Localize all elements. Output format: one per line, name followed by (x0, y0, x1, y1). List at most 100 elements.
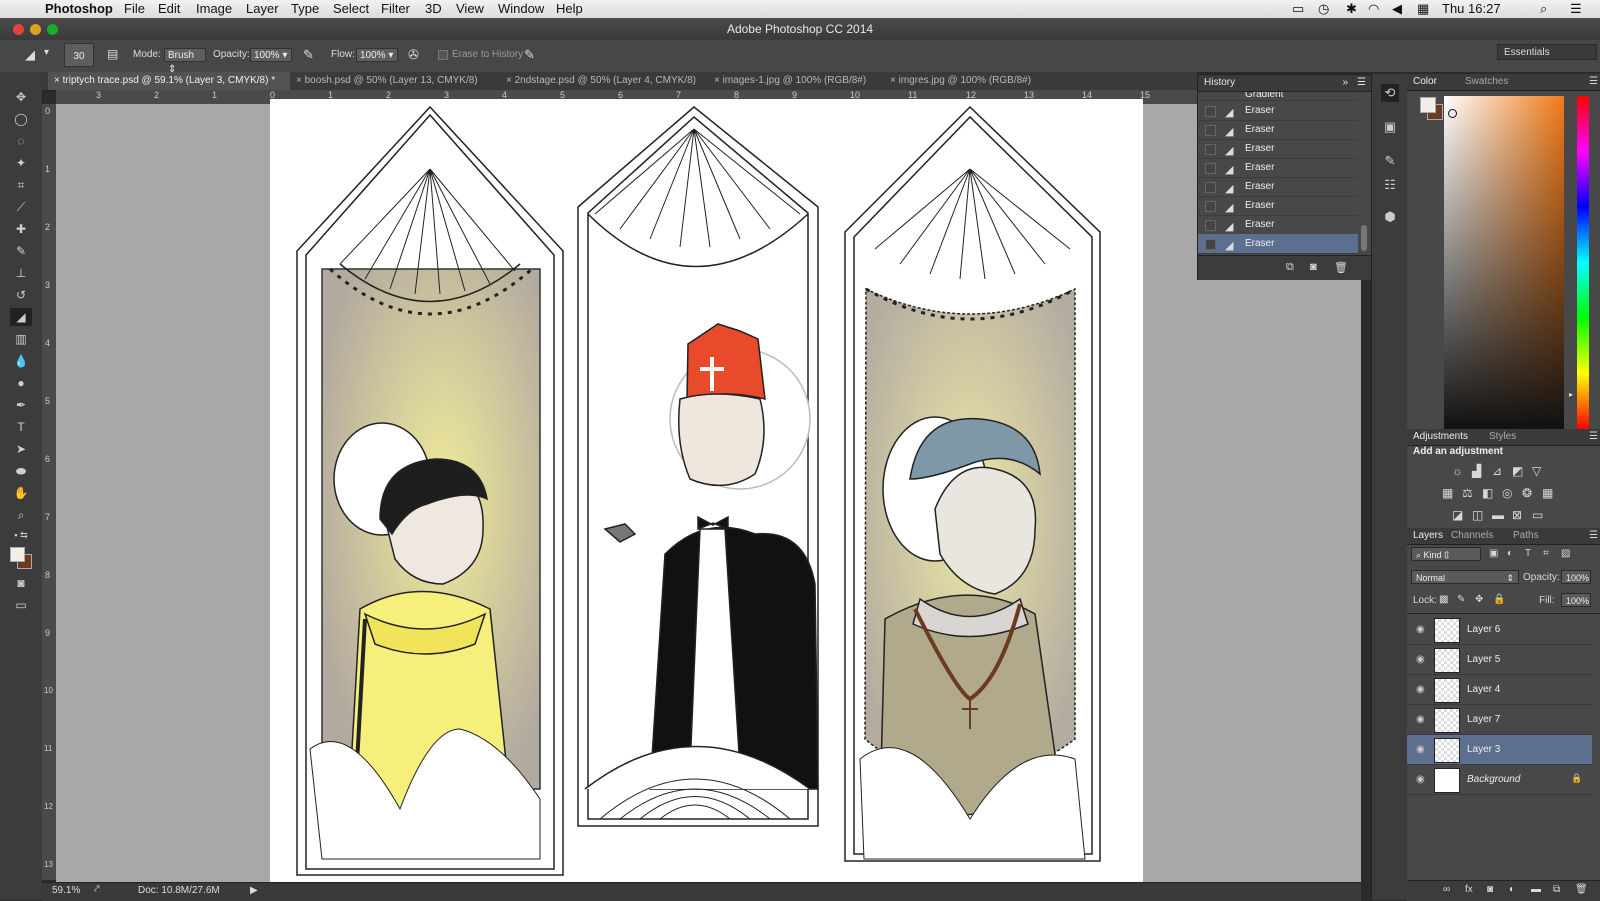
curves-icon[interactable]: ⊿ (1492, 464, 1502, 478)
gradient-map-icon[interactable]: ▭ (1532, 508, 1543, 522)
magic-wand-icon[interactable]: ✦ (10, 154, 32, 172)
eraser-tool-icon[interactable]: ◢ (10, 308, 32, 326)
eye-icon[interactable]: ◉ (1416, 774, 1425, 785)
filter-adjustment-icon[interactable]: ◐ (1507, 548, 1513, 559)
eye-icon[interactable]: ◉ (1416, 744, 1425, 755)
menu-image[interactable]: Image (196, 1, 232, 16)
opacity-input[interactable]: 100% ▾ (250, 48, 292, 62)
spotlight-icon[interactable]: ⌕ (1540, 1, 1547, 17)
status-share-icon[interactable]: ⤤ (94, 884, 100, 895)
history-item[interactable]: ◢ Eraser (1198, 101, 1358, 121)
bluetooth-icon[interactable]: ✱ (1346, 1, 1357, 17)
document-tab[interactable]: × boosh.psd @ 50% (Layer 13, CMYK/8) (290, 72, 500, 90)
selective-color-icon[interactable]: ⊠ (1512, 508, 1522, 522)
history-item[interactable]: ◢ Eraser (1198, 158, 1358, 178)
path-selection-icon[interactable]: ➤ (10, 440, 32, 458)
volume-icon[interactable]: ◀ (1392, 1, 1402, 17)
app-menu[interactable]: Photoshop (45, 1, 113, 16)
elliptical-marquee-icon[interactable]: ◯ (10, 110, 32, 128)
layer-row[interactable]: ◉ Layer 6 (1407, 615, 1592, 645)
layer-filter-select[interactable]: ⌕ Kind ⇕ (1411, 547, 1481, 561)
vertical-ruler[interactable]: 0 1 2 3 4 5 6 7 8 9 10 11 12 13 (42, 104, 57, 880)
menu-layer[interactable]: Layer (246, 1, 279, 16)
layer-opacity-input[interactable]: 100% (1561, 570, 1591, 584)
history-panel-icon[interactable]: ⟲ (1381, 84, 1399, 102)
pen-tool-icon[interactable]: ✒ (10, 396, 32, 414)
new-document-from-state-icon[interactable]: ⧉ (1286, 261, 1294, 274)
filter-smart-object-icon[interactable]: ▨ (1561, 548, 1570, 559)
lock-position-icon[interactable]: ✥ (1475, 594, 1483, 605)
menu-type[interactable]: Type (291, 1, 319, 16)
levels-icon[interactable]: ▟ (1472, 464, 1481, 478)
filter-shape-icon[interactable]: ⌗ (1543, 548, 1549, 559)
tab-channels[interactable]: Channels (1451, 530, 1493, 541)
history-item[interactable]: ◢ Eraser (1198, 196, 1358, 216)
delete-state-icon[interactable]: 🗑 (1334, 261, 1348, 274)
tab-color[interactable]: Color (1413, 76, 1437, 87)
chevron-down-icon[interactable]: ▾ (44, 47, 49, 58)
layer-row[interactable]: ◉ Background 🔒 (1407, 765, 1592, 795)
brush-panel-icon[interactable]: ▤ (107, 47, 118, 61)
eye-icon[interactable]: ◉ (1416, 684, 1425, 695)
add-mask-icon[interactable]: ◙ (1487, 884, 1493, 895)
history-snapshot-checkbox[interactable] (1205, 163, 1216, 174)
fill-input[interactable]: 100% (1561, 593, 1591, 607)
menu-filter[interactable]: Filter (381, 1, 410, 16)
channel-mixer-icon[interactable]: ❂ (1522, 486, 1532, 500)
menubar-clock[interactable]: Thu 16:27 (1442, 1, 1501, 16)
menu-view[interactable]: View (456, 1, 484, 16)
history-brush-icon[interactable]: ↺ (10, 286, 32, 304)
flow-input[interactable]: 100% ▾ (356, 48, 398, 62)
status-menu-arrow-icon[interactable]: ▶ (250, 885, 258, 896)
filter-pixel-icon[interactable]: ▣ (1489, 548, 1498, 559)
history-snapshot-checkbox[interactable] (1205, 182, 1216, 193)
crop-tool-icon[interactable]: ⌗ (10, 176, 32, 194)
menu-file[interactable]: File (124, 1, 145, 16)
layer-row-selected[interactable]: ◉ Layer 3 (1407, 735, 1592, 765)
healing-brush-icon[interactable]: ✚ (10, 220, 32, 238)
history-item[interactable]: ◢ Eraser (1198, 139, 1358, 159)
history-snapshot-checkbox[interactable] (1205, 106, 1216, 117)
workspace-switcher[interactable]: Essentials (1497, 44, 1597, 60)
history-item-selected[interactable]: ◢ Eraser (1198, 234, 1358, 254)
foreground-color-swatch[interactable] (10, 547, 25, 562)
color-picker-marker[interactable] (1448, 109, 1457, 118)
history-snapshot-checkbox[interactable] (1205, 220, 1216, 231)
pressure-opacity-icon[interactable]: ✎ (303, 47, 314, 63)
menu-window[interactable]: Window (498, 1, 544, 16)
tab-styles[interactable]: Styles (1489, 431, 1516, 442)
dodge-tool-icon[interactable]: ● (10, 374, 32, 392)
document-tab[interactable]: × triptych trace.psd @ 59.1% (Layer 3, C… (48, 72, 290, 90)
calendar-icon[interactable]: ▦ (1417, 1, 1429, 17)
document-tab[interactable]: × 2ndstage.psd @ 50% (Layer 4, CMYK/8) (500, 72, 708, 90)
tab-adjustments[interactable]: Adjustments (1413, 431, 1468, 442)
hue-saturation-icon[interactable]: ▦ (1442, 486, 1453, 500)
brightness-contrast-icon[interactable]: ☼ (1452, 464, 1463, 478)
brush-tool-icon[interactable]: ✎ (10, 242, 32, 260)
panel-menu-icon[interactable]: ☰ (1589, 530, 1598, 541)
default-colors-icon[interactable]: ▪ ⇆ (10, 526, 32, 544)
pressure-size-icon[interactable]: ✎ (524, 47, 535, 63)
layer-row[interactable]: ◉ Layer 5 (1407, 645, 1592, 675)
clone-stamp-icon[interactable]: ⊥ (10, 264, 32, 282)
eraser-tool-preset-icon[interactable]: ◢ (25, 47, 35, 63)
tool-presets-icon[interactable]: ☷ (1381, 176, 1399, 194)
vibrance-icon[interactable]: ▽ (1532, 464, 1541, 478)
eye-icon[interactable]: ◉ (1416, 624, 1425, 635)
history-snapshot-checkbox[interactable] (1205, 239, 1216, 250)
document-tab[interactable]: × imgres.jpg @ 100% (RGB/8#) (884, 72, 1044, 90)
color-lookup-icon[interactable]: ▦ (1542, 486, 1553, 500)
lock-all-icon[interactable]: 🔒 (1493, 594, 1505, 605)
ellipse-shape-icon[interactable]: ⬬ (10, 462, 32, 480)
layer-row[interactable]: ◉ Layer 4 (1407, 675, 1592, 705)
wifi-icon[interactable]: ◠ (1368, 1, 1379, 17)
threshold-icon[interactable]: ▬ (1492, 508, 1504, 522)
history-item[interactable]: ◢ Eraser (1198, 177, 1358, 197)
black-white-icon[interactable]: ◧ (1482, 486, 1493, 500)
history-title[interactable]: History (1204, 77, 1235, 88)
erase-to-history-checkbox[interactable] (438, 50, 448, 60)
eyedropper-icon[interactable]: ⟋ (10, 198, 32, 216)
eye-icon[interactable]: ◉ (1416, 714, 1425, 725)
notification-center-icon[interactable]: ☰ (1570, 1, 1582, 17)
delete-layer-icon[interactable]: 🗑 (1575, 884, 1588, 895)
